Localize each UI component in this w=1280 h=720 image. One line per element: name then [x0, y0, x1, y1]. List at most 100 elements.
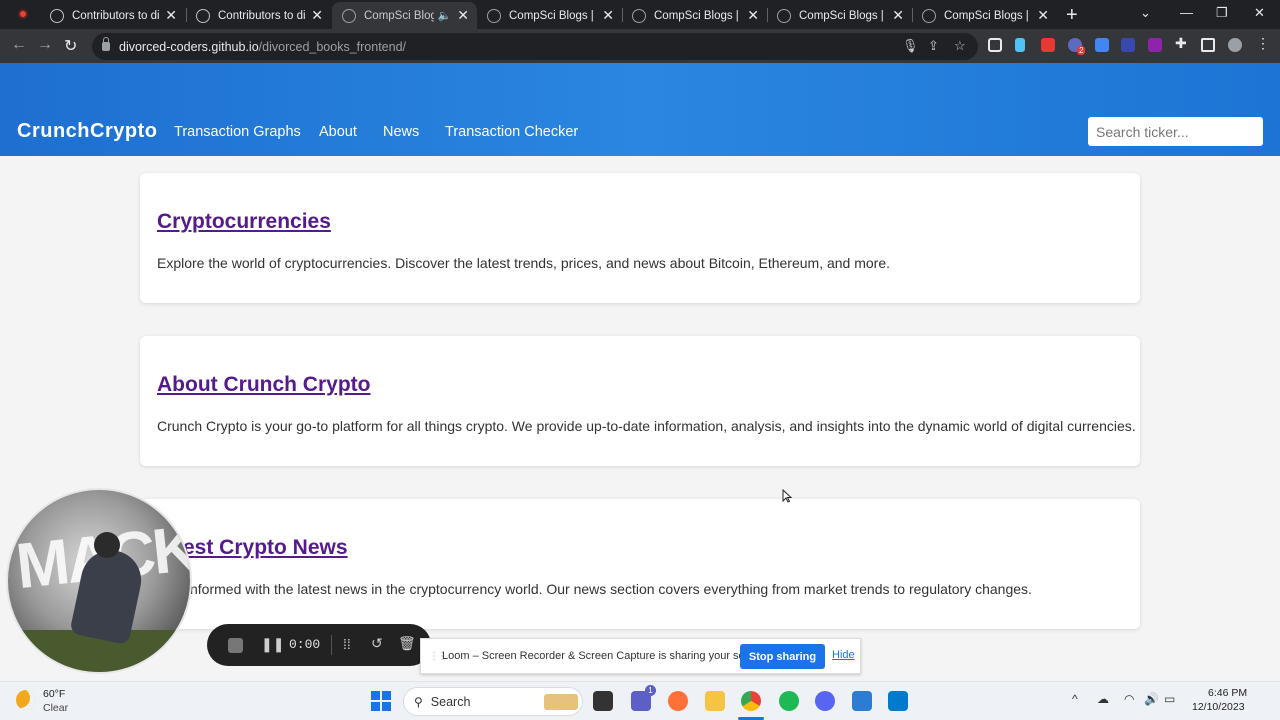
close-tab-icon[interactable]: ✕ [602, 7, 614, 24]
drag-grid-icon[interactable]: ⁞⁞ [343, 636, 351, 652]
loom-camera-bubble[interactable]: MACK [6, 488, 192, 674]
section-card-about: About Crunch Crypto Crunch Crypto is you… [140, 336, 1140, 466]
menu-icon[interactable]: ⋮ [1256, 35, 1270, 51]
chrome-icon[interactable] [741, 691, 761, 711]
show-hidden-icons-icon[interactable]: ^ [1072, 692, 1078, 706]
github-icon [196, 8, 210, 23]
new-tab-icon[interactable]: + [1066, 4, 1078, 27]
task-view-icon[interactable] [593, 691, 613, 711]
profile-avatar-icon[interactable] [1228, 38, 1242, 52]
section-card-cryptocurrencies: Cryptocurrencies Explore the world of cr… [140, 173, 1140, 303]
translate-extension-icon[interactable] [1095, 38, 1109, 52]
windows-start-icon[interactable] [371, 691, 391, 711]
section-title-link[interactable]: About Crunch Crypto [157, 373, 370, 397]
tab-search-icon[interactable]: ⌄ [1140, 5, 1151, 21]
browser-tab[interactable]: CompSci Blogs | Au ✕ [622, 2, 767, 29]
section-text: Explore the world of cryptocurrencies. D… [157, 255, 891, 271]
stop-sharing-button[interactable]: Stop sharing [740, 644, 825, 669]
close-tab-icon[interactable]: ✕ [747, 7, 759, 24]
stop-recording-icon[interactable] [228, 638, 243, 653]
browser-tab[interactable]: Contributors to divo ✕ [186, 2, 331, 29]
restart-icon[interactable]: ↺ [371, 635, 383, 652]
bookmark-star-icon[interactable]: ☆ [954, 38, 966, 54]
globe-icon [777, 8, 791, 23]
qr-extension-icon[interactable] [988, 38, 1002, 52]
hide-link[interactable]: Hide [832, 649, 855, 661]
speaker-icon[interactable]: 🔈 [438, 9, 452, 22]
globe-icon [922, 8, 936, 23]
address-bar[interactable]: divorced-coders.github.io/divorced_books… [92, 33, 978, 60]
extension-icon[interactable] [1148, 38, 1162, 52]
search-highlight-icon [544, 694, 578, 710]
nav-link-transaction-graphs[interactable]: Transaction Graphs [174, 124, 301, 140]
taskbar-search[interactable]: ⚲ Search [403, 687, 583, 716]
browser-tab-bar: Contributors to divo ✕ Contributors to d… [0, 0, 1280, 29]
lock-icon[interactable] [102, 37, 110, 51]
nav-link-transaction-checker[interactable]: Transaction Checker [445, 124, 578, 140]
globe-icon [342, 8, 356, 23]
extension-badge-count: 2 [1077, 46, 1086, 55]
browser-tab[interactable]: CompSci Blogs | Au ✕ [912, 2, 1057, 29]
clock-time[interactable]: 6:46 PM [1208, 687, 1247, 699]
close-tab-icon[interactable]: ✕ [311, 7, 323, 24]
wifi-icon[interactable]: ◠ [1124, 692, 1134, 706]
close-tab-icon[interactable]: ✕ [165, 7, 177, 24]
clock-date[interactable]: 12/10/2023 [1192, 701, 1245, 713]
globe-icon [487, 8, 501, 23]
discord-icon[interactable] [815, 691, 835, 711]
pause-icon[interactable]: ❚❚ [261, 636, 284, 653]
nav-link-about[interactable]: About [319, 124, 357, 140]
extension-icon[interactable] [1015, 38, 1025, 52]
extension-icon[interactable] [1121, 38, 1135, 52]
vscode-icon[interactable] [888, 691, 908, 711]
back-icon[interactable]: ← [11, 36, 27, 54]
site-header: CrunchCrypto Transaction Graphs About Ne… [0, 63, 1280, 156]
share-notice-text: Loom – Screen Recorder & Screen Capture … [442, 650, 770, 662]
reload-icon[interactable]: ↻ [64, 36, 77, 56]
browser-tab-active[interactable]: CompSci Blogs 🔈 ✕ [332, 2, 477, 29]
browser-tab[interactable]: CompSci Blogs | Au ✕ [767, 2, 912, 29]
forward-icon[interactable]: → [37, 36, 53, 54]
microphone-icon[interactable]: 🎙 [902, 38, 919, 54]
section-title-link[interactable]: test Crypto News [176, 536, 348, 560]
close-window-icon[interactable]: ✕ [1254, 5, 1265, 21]
close-tab-icon[interactable]: ✕ [892, 7, 904, 24]
share-icon[interactable]: ⇪ [928, 38, 939, 54]
firefox-icon[interactable] [668, 691, 688, 711]
search-icon: ⚲ [414, 694, 423, 709]
recording-timer: 0:00 [289, 637, 321, 652]
loom-recording-controls: ❚❚ 0:00 ⁞⁞ ↺ 🗑 [207, 624, 431, 666]
file-explorer-icon[interactable] [705, 691, 725, 711]
weather-condition[interactable]: Clear [43, 702, 68, 714]
volume-icon[interactable]: 🔊 [1144, 692, 1159, 706]
section-text: Crunch Crypto is your go-to platform for… [157, 418, 1136, 434]
weather-temperature[interactable]: 60°F [43, 688, 65, 700]
spotify-icon[interactable] [779, 691, 799, 711]
browser-tab[interactable]: Contributors to divo ✕ [40, 2, 185, 29]
ticker-search-input[interactable] [1088, 117, 1263, 146]
recording-indicator-icon [18, 9, 28, 19]
battery-icon[interactable]: ▭ [1164, 692, 1175, 706]
globe-icon [632, 8, 646, 23]
windows-taskbar: 60°F Clear ⚲ Search 1 ^ ☁ ◠ 🔊 ▭ 6:46 PM … [0, 681, 1280, 720]
chat-badge: 1 [645, 685, 656, 696]
github-icon [50, 8, 64, 23]
browser-tab[interactable]: CompSci Blogs | Au ✕ [477, 2, 622, 29]
onedrive-icon[interactable]: ☁ [1097, 692, 1109, 706]
record-extension-icon[interactable] [1041, 38, 1055, 52]
minimize-icon[interactable]: — [1180, 5, 1193, 20]
close-tab-icon[interactable]: ✕ [457, 7, 469, 24]
section-title-link[interactable]: Cryptocurrencies [157, 210, 331, 234]
section-card-news: test Crypto News nformed with the latest… [140, 499, 1140, 629]
screen-share-notice: ⋮⋮ Loom – Screen Recorder & Screen Captu… [420, 638, 861, 674]
puzzle-extensions-icon[interactable]: ✚ [1175, 35, 1189, 51]
site-brand[interactable]: CrunchCrypto [17, 120, 157, 143]
weather-moon-icon[interactable] [16, 690, 36, 710]
delete-icon[interactable]: 🗑 [398, 635, 416, 652]
side-panel-icon[interactable] [1201, 38, 1215, 52]
notepad-icon[interactable] [852, 691, 872, 711]
nav-link-news[interactable]: News [383, 124, 419, 140]
close-tab-icon[interactable]: ✕ [1037, 7, 1049, 24]
browser-toolbar: ← → ↻ divorced-coders.github.io/divorced… [0, 29, 1280, 63]
restore-icon[interactable]: ❐ [1216, 5, 1228, 21]
